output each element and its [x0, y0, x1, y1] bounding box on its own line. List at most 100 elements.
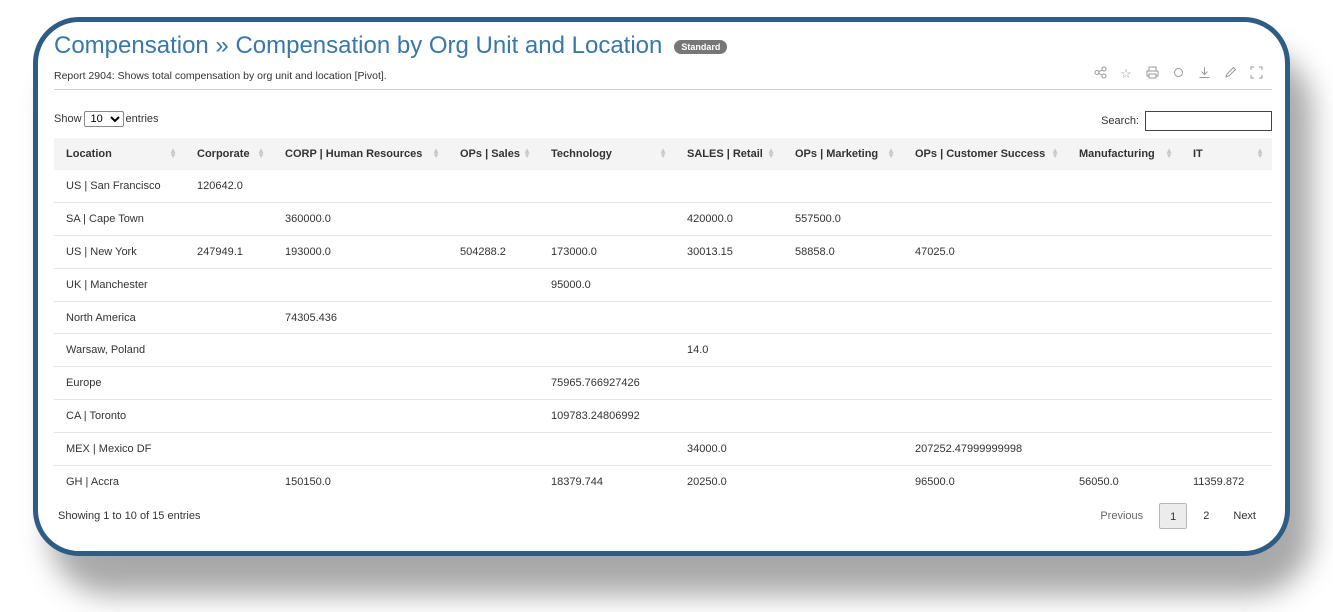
value-cell: 30013.15 [675, 235, 783, 269]
value-cell: 109783.24806992 [539, 399, 675, 433]
table-row: US | San Francisco 120642.0 [54, 170, 1272, 204]
column-header[interactable]: SALES | Retail ▲ ▼ [675, 138, 783, 170]
value-cell [539, 432, 675, 466]
value-cell: 120642.0 [185, 170, 273, 204]
value-cell [675, 399, 783, 433]
value-cell: 34000.0 [675, 432, 783, 466]
page-2-button[interactable]: 2 [1191, 503, 1221, 529]
value-cell [1181, 366, 1272, 401]
column-header-label: SALES | Retail [687, 148, 763, 160]
value-cell [903, 170, 1067, 204]
value-cell [185, 366, 273, 401]
value-cell [273, 399, 448, 433]
value-cell: 95000.0 [539, 268, 675, 302]
refresh-icon[interactable] [1170, 66, 1186, 82]
value-cell [185, 202, 273, 237]
value-cell [903, 301, 1067, 335]
value-cell [1181, 301, 1272, 335]
report-description: Report 2904: Shows total compensation by… [54, 70, 387, 82]
value-cell [448, 202, 539, 237]
fullscreen-icon[interactable] [1248, 66, 1264, 82]
column-header[interactable]: OPs | Sales ▲ ▼ [448, 138, 539, 170]
table-row: North America 74305.436 [54, 301, 1272, 335]
report-panel: Compensation » Compensation by Org Unit … [50, 22, 1272, 551]
value-cell: 20250.0 [687, 475, 727, 488]
value-cell [185, 301, 273, 335]
location-cell: SA | Cape Town [54, 202, 185, 237]
entries-label: entries [125, 113, 159, 125]
column-header-label: CORP | Human Resources [285, 148, 423, 160]
value-cell [903, 268, 1067, 302]
star-icon[interactable]: ☆ [1118, 66, 1134, 82]
search-label: Search: [1101, 115, 1139, 127]
title-row: Compensation » Compensation by Org Unit … [54, 32, 728, 60]
value-cell [783, 333, 903, 368]
value-cell [783, 170, 903, 204]
table-info: Showing 1 to 10 of 15 entries [58, 510, 201, 522]
value-cell [1067, 301, 1181, 335]
sort-icon[interactable]: ▲ ▼ [1256, 147, 1264, 160]
value-cell: 150150.0 [285, 475, 331, 488]
column-header[interactable]: CORP | Human Resources ▲ ▼ [273, 138, 448, 170]
value-cell [448, 366, 539, 401]
table-row: GH | Accra 150150.0 18379.744 20250.0 96500.… [54, 465, 1272, 498]
table-header: Location ▲ ▼ Corporate ▲ ▼ CORP | Human Resour… [54, 138, 1272, 170]
value-cell [448, 399, 539, 433]
sort-icon[interactable]: ▲ ▼ [1051, 147, 1059, 160]
next-button[interactable]: Next [1221, 503, 1268, 529]
value-cell [783, 366, 903, 401]
download-icon[interactable] [1196, 66, 1212, 82]
value-cell: 96500.0 [915, 475, 955, 488]
value-cell [675, 268, 783, 302]
page-1-button[interactable]: 1 [1159, 503, 1188, 529]
sort-icon[interactable]: ▲ ▼ [257, 147, 265, 160]
column-header[interactable]: OPs | Marketing ▲ ▼ [783, 138, 903, 170]
share-icon[interactable] [1092, 66, 1108, 82]
sort-icon[interactable]: ▲ ▼ [659, 147, 667, 160]
value-cell [783, 301, 903, 335]
column-header[interactable]: Location ▲ ▼ [54, 138, 185, 170]
report-frame: Compensation » Compensation by Org Unit … [33, 17, 1290, 556]
column-header-label: OPs | Marketing [795, 148, 879, 160]
value-cell [448, 465, 539, 498]
column-header[interactable]: Corporate ▲ ▼ [185, 138, 273, 170]
header-row: Location ▲ ▼ Corporate ▲ ▼ CORP | Human Resour… [54, 138, 1272, 170]
value-cell: 56050.0 [1079, 475, 1119, 488]
header-divider [54, 89, 1272, 90]
column-header-label: Technology [551, 148, 612, 160]
sort-icon[interactable]: ▲ ▼ [887, 147, 895, 160]
value-cell: 11359.872 [1193, 475, 1245, 488]
value-cell [185, 268, 273, 302]
value-cell: 173000.0 [539, 235, 675, 269]
column-header-label: OPs | Sales [460, 148, 520, 160]
value-cell [1181, 235, 1272, 269]
value-cell: 504288.2 [448, 235, 539, 269]
column-header[interactable]: Manufacturing ▲ ▼ [1067, 138, 1181, 170]
print-icon[interactable] [1144, 66, 1160, 82]
sort-icon[interactable]: ▲ ▼ [169, 147, 177, 160]
value-cell [185, 333, 273, 368]
sort-icon[interactable]: ▲ ▼ [1165, 147, 1173, 160]
value-cell [1181, 202, 1272, 237]
sort-icon[interactable]: ▲ ▼ [767, 147, 775, 160]
value-cell [539, 170, 675, 204]
previous-button[interactable]: Previous [1088, 503, 1155, 529]
column-header[interactable]: OPs | Customer Success ▲ ▼ [903, 138, 1067, 170]
page-title: Compensation » Compensation by Org Unit … [54, 32, 663, 59]
value-cell: 557500.0 [783, 202, 903, 237]
table-row: Europe 75965.766927426 [54, 366, 1272, 401]
table-row: US | New York 247949.1 193000.0 504288.2 173… [54, 235, 1272, 269]
page-length-control: Show 10 entries [54, 111, 159, 127]
column-header[interactable]: IT ▲ ▼ [1181, 138, 1272, 170]
column-header[interactable]: Technology ▲ ▼ [539, 138, 675, 170]
value-cell: 75965.766927426 [539, 366, 675, 401]
sort-icon[interactable]: ▲ ▼ [432, 147, 440, 160]
column-header-label: Corporate [197, 148, 250, 160]
table-row: UK | Manchester 95000.0 [54, 268, 1272, 302]
value-cell: 58858.0 [783, 235, 903, 269]
edit-icon[interactable] [1222, 66, 1238, 82]
search-input[interactable] [1145, 111, 1272, 131]
sort-icon[interactable]: ▲ ▼ [523, 147, 531, 160]
page-length-select[interactable]: 10 [83, 111, 124, 127]
value-cell [675, 366, 783, 401]
